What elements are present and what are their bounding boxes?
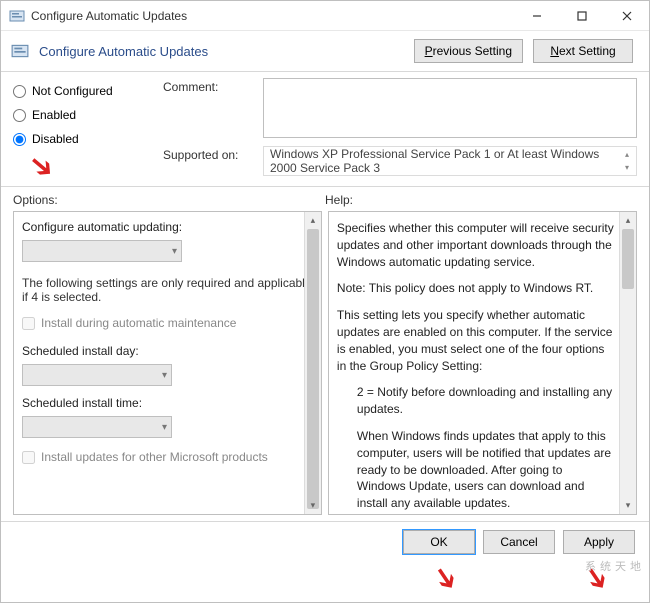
help-heading: Help: <box>325 193 637 207</box>
install-maintenance-input[interactable] <box>22 317 35 330</box>
previous-setting-button[interactable]: Previous Setting <box>414 39 523 63</box>
help-scrollbar[interactable]: ▴ ▾ <box>619 212 636 514</box>
options-heading: Options: <box>13 193 325 207</box>
supported-on-text: Windows XP Professional Service Pack 1 o… <box>270 147 618 175</box>
supported-on-box: Windows XP Professional Service Pack 1 o… <box>263 146 637 176</box>
next-setting-button[interactable]: Next Setting <box>533 39 633 63</box>
policy-state-section: Not Configured Enabled Disabled Comment:… <box>1 74 649 182</box>
comment-label: Comment: <box>163 78 253 94</box>
sched-day-label: Scheduled install day: <box>22 344 313 358</box>
sched-time-label: Scheduled install time: <box>22 396 313 410</box>
radio-disabled[interactable]: Disabled <box>13 132 143 146</box>
radio-not-configured-label: Not Configured <box>32 84 113 98</box>
pane-labels: Options: Help: <box>1 189 649 209</box>
sched-day-combo[interactable] <box>22 364 172 386</box>
policy-icon <box>9 8 25 24</box>
close-icon <box>622 11 632 21</box>
annotation-arrow-2: ➔ <box>424 558 467 598</box>
policy-header-icon <box>11 42 29 60</box>
install-maintenance-checkbox[interactable]: Install during automatic maintenance <box>22 316 313 330</box>
divider <box>1 71 649 72</box>
scroll-down-icon[interactable]: ▾ <box>305 497 321 514</box>
scroll-up-icon[interactable]: ▴ <box>305 212 321 229</box>
help-p2: Note: This policy does not apply to Wind… <box>337 280 614 297</box>
supported-label: Supported on: <box>163 146 253 162</box>
footer-buttons: OK Cancel Apply <box>1 521 649 562</box>
titlebar: Configure Automatic Updates <box>1 1 649 31</box>
options-scroll-thumb[interactable] <box>307 229 319 509</box>
window-buttons <box>514 1 649 30</box>
minimize-button[interactable] <box>514 1 559 30</box>
header-row: Configure Automatic Updates Previous Set… <box>1 31 649 67</box>
help-scroll-down-icon[interactable]: ▾ <box>620 497 636 514</box>
nav-buttons: Previous Setting Next Setting <box>414 39 633 63</box>
configure-updating-combo[interactable] <box>22 240 182 262</box>
radio-disabled-input[interactable] <box>13 133 26 146</box>
comment-input[interactable] <box>263 78 637 138</box>
maximize-icon <box>577 11 587 21</box>
sched-time-combo[interactable] <box>22 416 172 438</box>
options-scrollbar[interactable]: ▴ ▾ <box>304 212 321 514</box>
install-other-products-label: Install updates for other Microsoft prod… <box>41 450 268 464</box>
install-maintenance-label: Install during automatic maintenance <box>41 316 236 330</box>
help-pane: Specifies whether this computer will rec… <box>328 211 637 515</box>
panes-row: Configure automatic updating: The follow… <box>1 209 649 521</box>
options-pane: Configure automatic updating: The follow… <box>13 211 322 515</box>
help-scroll-up-icon[interactable]: ▴ <box>620 212 636 229</box>
options-note: The following settings are only required… <box>22 276 313 304</box>
help-p5: When Windows finds updates that apply to… <box>337 428 614 512</box>
watermark: 系统天地 <box>585 558 645 574</box>
supported-scroll: ▴ ▾ <box>620 148 634 174</box>
cancel-button[interactable]: Cancel <box>483 530 555 554</box>
window-title: Configure Automatic Updates <box>31 9 514 23</box>
radio-disabled-label: Disabled <box>32 132 79 146</box>
radio-not-configured-input[interactable] <box>13 85 26 98</box>
maximize-button[interactable] <box>559 1 604 30</box>
configure-updating-label: Configure automatic updating: <box>22 220 313 234</box>
install-other-products-checkbox[interactable]: Install updates for other Microsoft prod… <box>22 450 313 464</box>
comment-supported-group: Comment: Supported on: Windows XP Profes… <box>163 78 637 176</box>
divider2 <box>1 186 649 187</box>
minimize-icon <box>532 11 542 21</box>
radio-enabled[interactable]: Enabled <box>13 108 143 122</box>
supported-scroll-up[interactable]: ▴ <box>620 148 634 161</box>
ok-button[interactable]: OK <box>403 530 475 554</box>
supported-row: Supported on: Windows XP Professional Se… <box>163 146 637 176</box>
header-title: Configure Automatic Updates <box>39 44 404 59</box>
supported-scroll-down[interactable]: ▾ <box>620 161 634 174</box>
apply-button[interactable]: Apply <box>563 530 635 554</box>
close-button[interactable] <box>604 1 649 30</box>
install-other-products-input[interactable] <box>22 451 35 464</box>
comment-row: Comment: <box>163 78 637 138</box>
radio-enabled-label: Enabled <box>32 108 76 122</box>
radio-not-configured[interactable]: Not Configured <box>13 84 143 98</box>
help-scroll-thumb[interactable] <box>622 229 634 289</box>
help-p1: Specifies whether this computer will rec… <box>337 220 614 270</box>
help-p4: 2 = Notify before downloading and instal… <box>337 384 614 418</box>
radio-group: Not Configured Enabled Disabled <box>13 78 143 176</box>
help-p3: This setting lets you specify whether au… <box>337 307 614 374</box>
radio-enabled-input[interactable] <box>13 109 26 122</box>
